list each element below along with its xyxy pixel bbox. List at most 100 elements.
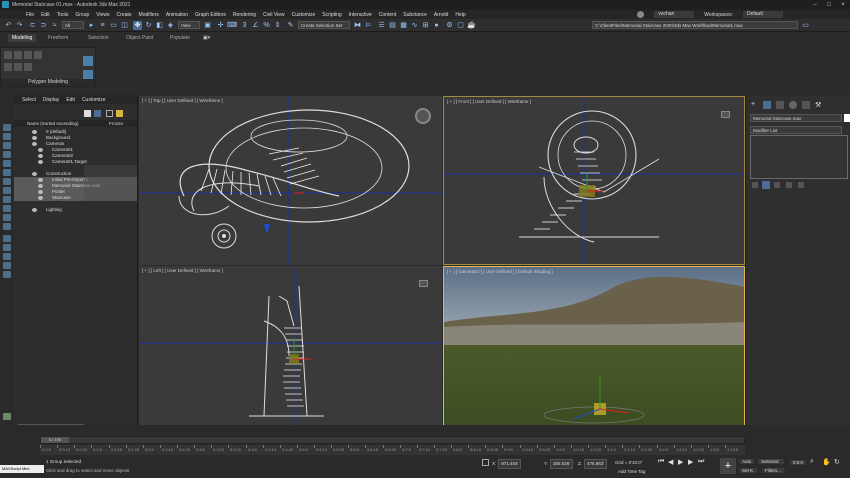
redo-icon[interactable]: ↷ xyxy=(15,21,24,30)
menu-edit[interactable]: Edit xyxy=(41,12,50,18)
hierarchy-tab-icon[interactable] xyxy=(776,101,784,109)
keyboard-shortcut-icon[interactable]: ⌨ xyxy=(227,21,237,30)
menu-rendering[interactable]: Rendering xyxy=(233,12,256,18)
bind-space-warp-icon[interactable]: ≈ xyxy=(50,21,59,30)
explorer-tool-icon[interactable] xyxy=(3,133,11,140)
render-setup-icon[interactable]: ⚙ xyxy=(445,21,454,30)
explorer-tool-icon[interactable] xyxy=(3,160,11,167)
toggle-scene-explorer-icon[interactable]: ☰ xyxy=(377,21,386,30)
window-crossing-icon[interactable]: ◫ xyxy=(120,21,129,30)
menu-substance[interactable]: Substance xyxy=(403,12,427,18)
orbit-icon[interactable]: ↻ xyxy=(834,458,840,466)
link-icon[interactable]: ⊂ xyxy=(28,21,37,30)
explorer-tool-icon[interactable] xyxy=(3,253,11,260)
maximize-icon[interactable]: □ xyxy=(822,0,836,10)
filter-active-icon[interactable] xyxy=(94,110,101,117)
viewcube-icon[interactable] xyxy=(721,111,730,118)
menu-civil-view[interactable]: Civil View xyxy=(263,12,285,18)
reference-coordinate-dropdown[interactable]: View xyxy=(178,21,200,29)
menu-graph-editors[interactable]: Graph Editors xyxy=(195,12,226,18)
viewcube-icon[interactable] xyxy=(419,280,428,287)
select-object-icon[interactable]: ▸ xyxy=(87,21,96,30)
eye-icon[interactable] xyxy=(32,142,37,146)
explorer-tool-icon[interactable] xyxy=(3,271,11,278)
edit-named-selection-icon[interactable]: ✎ xyxy=(286,21,295,30)
viewport-camera[interactable]: [ + ] [ Camera01 ] [ User Defined ] [ De… xyxy=(443,266,745,434)
eye-icon[interactable] xyxy=(38,184,43,188)
viewport-label[interactable]: [ + ] [ Left ] [ User Defined ] [ Wirefr… xyxy=(142,268,223,273)
explorer-tool-icon[interactable] xyxy=(3,214,11,221)
display-tab-icon[interactable] xyxy=(802,101,810,109)
explorer-tool-icon[interactable] xyxy=(3,142,11,149)
eye-icon[interactable] xyxy=(32,130,37,134)
explorer-tool-icon[interactable] xyxy=(3,169,11,176)
y-field[interactable]: 355.526' xyxy=(550,459,574,469)
explorer-tool-icon[interactable] xyxy=(3,262,11,269)
filter-icon[interactable] xyxy=(84,110,91,117)
ribbon-tool-icon[interactable] xyxy=(14,51,22,59)
material-editor-icon[interactable]: ● xyxy=(432,21,441,30)
eye-icon[interactable] xyxy=(32,136,37,140)
list-item[interactable]: Lighting xyxy=(14,207,137,213)
user-dropdown[interactable]: vochan xyxy=(654,11,695,18)
explorer-menu-select[interactable]: Select xyxy=(22,97,36,103)
menu-customize[interactable]: Customize xyxy=(292,12,316,18)
menu-create[interactable]: Create xyxy=(117,12,132,18)
current-time-field[interactable]: 0:0:0 xyxy=(790,460,807,465)
spinner-snap-icon[interactable]: ⇕ xyxy=(273,21,282,30)
selection-filter-dropdown[interactable]: All xyxy=(62,21,84,29)
layer-icon[interactable] xyxy=(3,413,11,420)
eye-icon[interactable] xyxy=(38,160,43,164)
menu-group[interactable]: Group xyxy=(75,12,89,18)
pan-icon[interactable]: ✋ xyxy=(822,458,831,466)
modifier-list-dropdown[interactable]: Modifier List xyxy=(750,126,842,134)
viewport-label[interactable]: [ + ] [ Camera01 ] [ User Defined ] [ De… xyxy=(447,269,553,274)
snaps-toggle-icon[interactable]: 3 xyxy=(240,21,249,30)
rendered-frame-window-icon[interactable]: ▢ xyxy=(456,21,465,30)
toggle-layer-explorer-icon[interactable]: ▤ xyxy=(388,21,397,30)
explorer-menu-display[interactable]: Display xyxy=(43,97,59,103)
add-time-tag[interactable]: Add Time Tag xyxy=(618,468,645,476)
object-name-field[interactable]: Memorial Staircase.max xyxy=(750,114,842,122)
ribbon-tool-icon[interactable] xyxy=(34,51,42,59)
set-key-icon[interactable]: + xyxy=(720,458,736,474)
z-field[interactable]: 476.863' xyxy=(584,459,608,469)
viewport-left[interactable]: [ + ] [ Left ] [ User Defined ] [ Wirefr… xyxy=(139,266,442,434)
utilities-tab-icon[interactable]: ⚒ xyxy=(815,101,821,109)
menu-file[interactable]: File xyxy=(26,12,34,18)
menu-interactive[interactable]: Interactive xyxy=(349,12,372,18)
ribbon-options-icon[interactable]: ▣▾ xyxy=(203,35,210,41)
ribbon-tool-icon[interactable] xyxy=(4,63,12,71)
pin-stack-icon[interactable] xyxy=(752,182,758,188)
ribbon-tool-icon[interactable] xyxy=(14,63,22,71)
menu-tools[interactable]: Tools xyxy=(57,12,69,18)
menu-arnold[interactable]: Arnold xyxy=(434,12,448,18)
eye-icon[interactable] xyxy=(38,148,43,152)
x-coordinate[interactable]: X: 971.454' xyxy=(492,459,522,469)
select-by-name-icon[interactable]: ≡ xyxy=(98,21,107,30)
tab-object-paint[interactable]: Object Paint xyxy=(126,35,153,41)
polygon-modeling-label[interactable]: Polygon Modeling xyxy=(1,79,95,86)
set-key-button[interactable]: Set K. xyxy=(739,468,758,473)
z-coordinate[interactable]: Z: 476.863' xyxy=(578,459,608,469)
remove-modifier-icon[interactable] xyxy=(786,182,792,188)
select-manipulate-icon[interactable]: ✢ xyxy=(216,21,225,30)
ribbon-tool-icon[interactable] xyxy=(24,63,32,71)
eye-icon[interactable] xyxy=(32,172,37,176)
tab-populate[interactable]: Populate xyxy=(170,35,190,41)
explorer-tool-icon[interactable] xyxy=(3,205,11,212)
tab-modeling[interactable]: Modeling xyxy=(8,34,37,42)
key-filters-button[interactable]: Filters... xyxy=(762,468,785,473)
curve-editor-icon[interactable]: ∿ xyxy=(410,21,419,30)
project-path-field[interactable]: C:\ClientFiles\Memorial Staircase 2020\3… xyxy=(592,21,798,29)
minimize-icon[interactable]: – xyxy=(808,0,822,10)
ribbon-tool-icon[interactable] xyxy=(83,56,93,66)
object-color-swatch[interactable] xyxy=(844,114,850,122)
play-icon[interactable]: ▶ xyxy=(678,458,683,466)
motion-tab-icon[interactable] xyxy=(789,101,797,109)
eye-icon[interactable] xyxy=(32,208,37,212)
configure-modifier-icon[interactable] xyxy=(798,182,804,188)
maxscript-listener[interactable]: MAXScript Mini xyxy=(0,465,44,473)
explorer-tool-icon[interactable] xyxy=(3,124,11,131)
modify-tab-icon[interactable] xyxy=(763,101,771,109)
